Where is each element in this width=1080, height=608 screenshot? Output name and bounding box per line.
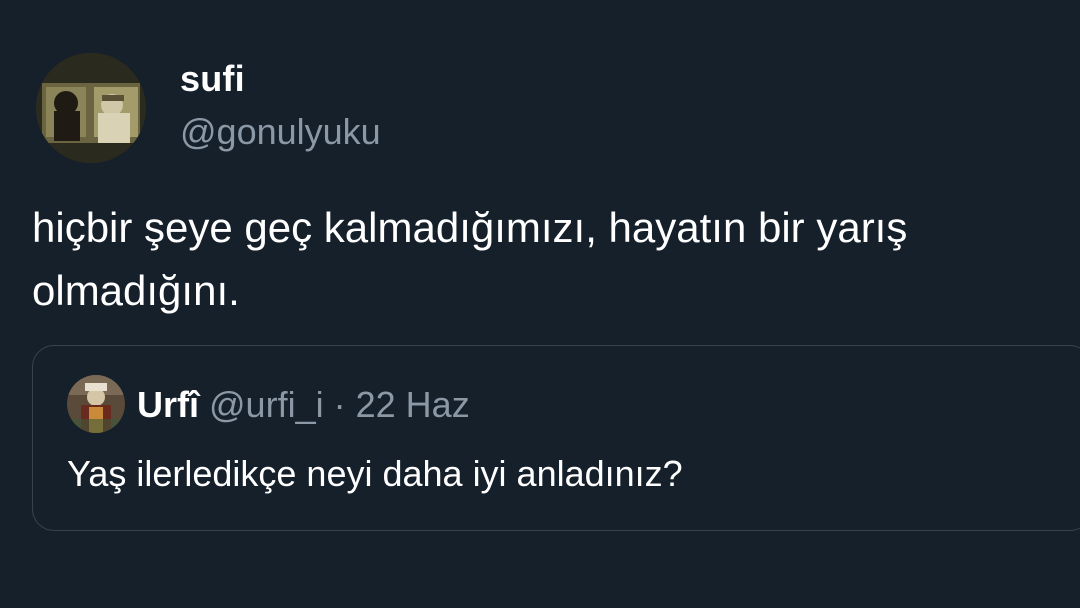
quoted-tweet-text: Yaş ilerledikçe neyi daha iyi anladınız? — [67, 453, 683, 494]
quoted-tweet-card[interactable]: Urfî @urfi_i · 22 Haz Yaş ilerledikçe ne… — [32, 345, 1080, 531]
author-avatar[interactable] — [36, 53, 146, 163]
quoted-tweet-date[interactable]: 22 Haz — [356, 384, 470, 425]
quoted-tweet-header: Urfî @urfi_i · 22 Haz — [137, 384, 470, 426]
author-display-name[interactable]: sufi — [180, 58, 245, 100]
quoted-author-avatar-image — [67, 375, 125, 433]
quoted-author-handle[interactable]: @urfi_i — [209, 384, 324, 425]
tweet-text: hiçbir şeye geç kalmadığımızı, hayatın b… — [32, 204, 908, 314]
author-avatar-image — [36, 53, 146, 163]
tweet-container: sufi @gonulyuku hiçbir şeye geç kalmadığ… — [0, 0, 1080, 608]
author-handle[interactable]: @gonulyuku — [180, 111, 381, 153]
header-separator: · — [333, 384, 346, 425]
quoted-author-display-name[interactable]: Urfî — [137, 384, 199, 425]
quoted-author-avatar[interactable] — [67, 375, 125, 433]
